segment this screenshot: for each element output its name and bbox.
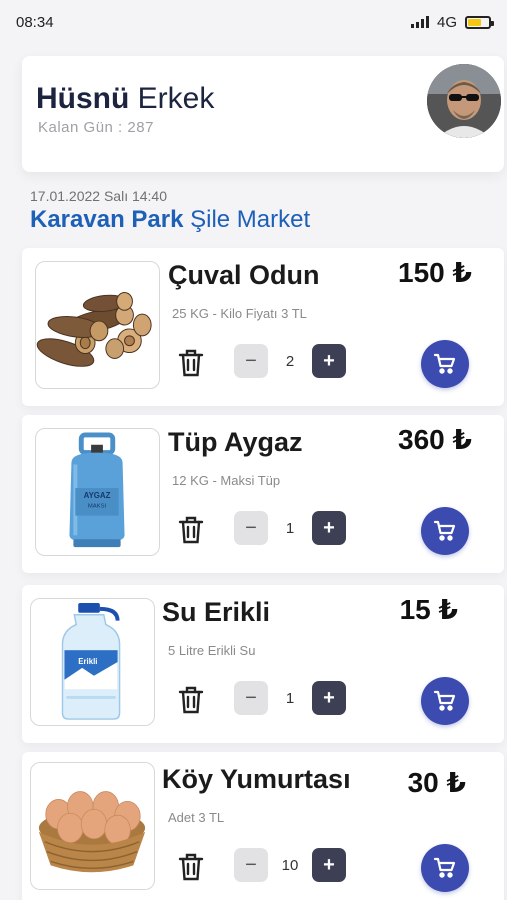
trash-icon[interactable] [178,348,204,378]
decrease-quantity-button[interactable]: − [234,511,268,545]
product-description: Adet 3 TL [168,810,225,825]
avatar[interactable] [427,64,501,138]
product-price: 30 ₺ [407,767,466,798]
add-to-cart-button[interactable] [421,507,469,555]
quantity-stepper: − 10 + [234,848,346,882]
product-price: 15 ₺ [399,594,458,625]
product-name: Çuval Odun [168,260,320,290]
product-name: Su Erikli [162,597,271,627]
product-card: Köy Yumurtası 30 ₺ Adet 3 TL − 10 + [22,752,504,900]
decrease-quantity-button[interactable]: − [234,681,268,715]
quantity-stepper: − 1 + [234,511,346,545]
product-description: 25 KG - Kilo Fiyatı 3 TL [172,306,307,321]
market-name: Şile Market [190,206,311,233]
location-title: Karavan Park Şile Market [30,206,310,234]
cart-icon [433,520,456,541]
product-card: AYGAZ MAKSI Tüp Aygaz 360 ₺ 12 KG - Maks… [22,415,504,573]
water-bottle-image: Erikli [30,598,155,726]
svg-text:Erikli: Erikli [78,657,97,666]
profile-card: Hüsnü Erkek Kalan Gün : 287 [22,56,504,172]
status-icons: 4G [410,13,494,31]
quantity-value: 1 [285,689,295,707]
status-time: 08:34 [16,13,54,31]
decrease-quantity-button[interactable]: − [234,848,268,882]
profile-first-name: Hüsnü [36,82,130,115]
quantity-value: 10 [281,856,299,874]
quantity-stepper: − 2 + [234,344,346,378]
network-type: 4G [436,13,457,31]
product-name: Tüp Aygaz [168,427,303,457]
increase-quantity-button[interactable]: + [312,344,346,378]
park-name: Karavan Park [30,206,184,233]
cart-icon [433,857,456,878]
add-to-cart-button[interactable] [421,340,469,388]
increase-quantity-button[interactable]: + [312,848,346,882]
increase-quantity-button[interactable]: + [312,511,346,545]
svg-text:AYGAZ: AYGAZ [84,491,111,500]
product-card: Çuval Odun 150 ₺ 25 KG - Kilo Fiyatı 3 T… [22,248,504,406]
firewood-image [35,261,160,389]
status-bar: 08:34 4G [0,0,507,44]
product-name: Köy Yumurtası [162,764,351,794]
quantity-value: 1 [285,519,295,537]
quantity-stepper: − 1 + [234,681,346,715]
profile-last-name: Erkek [137,82,215,115]
product-description: 12 KG - Maksi Tüp [172,473,281,488]
battery-icon [465,15,494,29]
product-price: 360 ₺ [398,424,472,455]
product-card: Erikli Su Erikli 15 ₺ 5 Litre Erikli Su … [22,585,504,743]
quantity-value: 2 [285,352,295,370]
add-to-cart-button[interactable] [421,844,469,892]
trash-icon[interactable] [178,515,204,545]
increase-quantity-button[interactable]: + [312,681,346,715]
add-to-cart-button[interactable] [421,677,469,725]
decrease-quantity-button[interactable]: − [234,344,268,378]
profile-name: Hüsnü Erkek [36,82,214,116]
product-price: 150 ₺ [398,257,472,288]
cart-icon [433,690,456,711]
trash-icon[interactable] [178,852,204,882]
cart-icon [433,353,456,374]
days-left: Kalan Gün : 287 [38,119,154,136]
eggs-basket-image [30,762,155,890]
gas-cylinder-image: AYGAZ MAKSI [35,428,160,556]
svg-text:MAKSI: MAKSI [88,504,107,510]
signal-icon [410,16,429,28]
product-description: 5 Litre Erikli Su [168,643,256,658]
order-date: 17.01.2022 Salı 14:40 [30,188,168,204]
trash-icon[interactable] [178,685,204,715]
